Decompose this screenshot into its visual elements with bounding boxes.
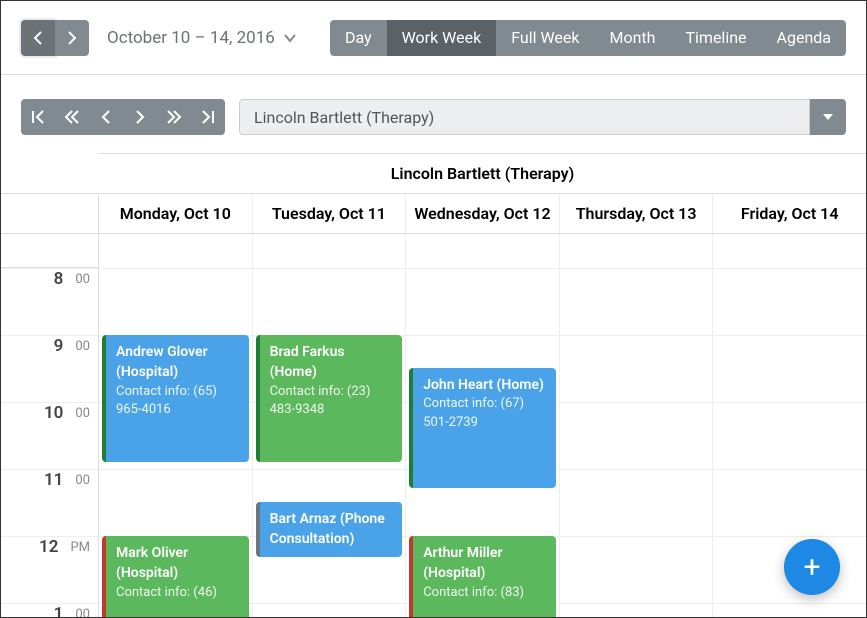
appointment[interactable]: Mark Oliver (Hospital) Contact info: (46…: [102, 536, 249, 617]
resource-select[interactable]: Lincoln Bartlett (Therapy): [239, 99, 846, 135]
calendar-grid[interactable]: 8 00 9 00 10 00 11 00 12 PM 1 00 Andrew Glover…: [1, 234, 866, 617]
appointment-contact: Contact info: (65) 965-4016: [116, 383, 241, 421]
day-header[interactable]: Thursday, Oct 13: [560, 194, 714, 233]
prev-button[interactable]: [21, 20, 55, 56]
chevron-double-right-icon: [166, 110, 182, 124]
resource-select-value: Lincoln Bartlett (Therapy): [239, 99, 810, 135]
appointment[interactable]: Brad Farkus (Home) Contact info: (23) 48…: [256, 335, 403, 462]
time-hour: 9: [54, 336, 64, 356]
time-min: 00: [75, 406, 90, 421]
plus-icon: +: [803, 550, 820, 585]
chevron-first-icon: [31, 110, 45, 124]
appointment[interactable]: Bart Arnaz (Phone Consultation): [256, 502, 403, 557]
time-hour: 10: [44, 403, 63, 423]
date-range-picker[interactable]: October 10 – 14, 2016: [107, 28, 297, 48]
time-gutter: 8 00 9 00 10 00 11 00 12 PM 1 00: [1, 234, 99, 617]
time-min: 00: [75, 272, 90, 287]
day-header[interactable]: Tuesday, Oct 11: [253, 194, 407, 233]
day-header[interactable]: Monday, Oct 10: [99, 194, 253, 233]
chevron-last-icon: [201, 110, 215, 124]
view-tab-work-week[interactable]: Work Week: [387, 20, 497, 56]
appointment[interactable]: Andrew Glover (Hospital) Contact info: (…: [102, 335, 249, 462]
grid-columns: Andrew Glover (Hospital) Contact info: (…: [99, 234, 866, 617]
appointment-title: Bart Arnaz (Phone Consultation): [270, 509, 395, 550]
day-header[interactable]: Wednesday, Oct 12: [406, 194, 560, 233]
caret-down-icon: [823, 114, 833, 120]
pager-first-button[interactable]: [21, 99, 55, 135]
chevron-down-icon: [283, 33, 297, 43]
day-column[interactable]: John Heart (Home) Contact info: (67) 501…: [406, 234, 560, 617]
chevron-double-left-icon: [64, 110, 80, 124]
view-switcher: Day Work Week Full Week Month Timeline A…: [330, 20, 846, 56]
appointment-title: Andrew Glover (Hospital): [116, 342, 241, 383]
time-min: 00: [75, 473, 90, 488]
appointment-contact: Contact info: (46): [116, 584, 241, 603]
time-hour: 8: [54, 269, 64, 289]
time-min: 00: [75, 607, 90, 617]
resource-select-dropdown[interactable]: [810, 99, 846, 135]
view-tab-timeline[interactable]: Timeline: [670, 20, 761, 56]
pager-next-button[interactable]: [123, 99, 157, 135]
date-range-label: October 10 – 14, 2016: [107, 28, 275, 48]
add-appointment-fab[interactable]: +: [784, 539, 840, 595]
chevron-right-icon: [135, 110, 145, 124]
day-header-row: Monday, Oct 10 Tuesday, Oct 11 Wednesday…: [1, 193, 866, 234]
day-column[interactable]: Brad Farkus (Home) Contact info: (23) 48…: [253, 234, 407, 617]
appointment-contact: Contact info: (83): [423, 584, 548, 603]
time-gutter-head: [1, 194, 99, 233]
appointment[interactable]: Arthur Miller (Hospital) Contact info: (…: [409, 536, 556, 617]
time-hour: 11: [44, 470, 63, 490]
view-tab-full-week[interactable]: Full Week: [496, 20, 594, 56]
next-button[interactable]: [55, 20, 89, 56]
view-tab-agenda[interactable]: Agenda: [762, 20, 846, 56]
appointment-title: John Heart (Home): [423, 375, 548, 395]
day-column[interactable]: Andrew Glover (Hospital) Contact info: (…: [99, 234, 253, 617]
appointment-contact: Contact info: (67) 501-2739: [423, 395, 548, 433]
resource-pager: [21, 99, 225, 135]
view-tab-month[interactable]: Month: [594, 20, 670, 56]
chevron-left-icon: [33, 31, 43, 45]
day-column[interactable]: [560, 234, 714, 617]
pager-next-page-button[interactable]: [157, 99, 191, 135]
chevron-right-icon: [67, 31, 77, 45]
chevron-left-icon: [101, 110, 111, 124]
time-hour: 1: [54, 604, 64, 617]
appointment[interactable]: John Heart (Home) Contact info: (67) 501…: [409, 368, 556, 488]
calendar: Lincoln Bartlett (Therapy) Monday, Oct 1…: [1, 153, 866, 617]
day-header[interactable]: Friday, Oct 14: [713, 194, 866, 233]
time-min: PM: [70, 540, 90, 555]
pager-last-button[interactable]: [191, 99, 225, 135]
appointment-title: Arthur Miller (Hospital): [423, 543, 548, 584]
pager-prev-button[interactable]: [89, 99, 123, 135]
view-tab-day[interactable]: Day: [330, 20, 387, 56]
time-min: 00: [75, 339, 90, 354]
main-toolbar: October 10 – 14, 2016 Day Work Week Full…: [1, 1, 866, 75]
pager-prev-page-button[interactable]: [55, 99, 89, 135]
calendar-resource-header: Lincoln Bartlett (Therapy): [99, 153, 866, 193]
appointment-title: Mark Oliver (Hospital): [116, 543, 241, 584]
time-hour: 12: [39, 537, 58, 557]
appointment-title: Brad Farkus (Home): [270, 342, 395, 383]
nav-arrows: [21, 20, 89, 56]
appointment-contact: Contact info: (23) 483-9348: [270, 383, 395, 421]
resource-toolbar: Lincoln Bartlett (Therapy): [1, 75, 866, 153]
